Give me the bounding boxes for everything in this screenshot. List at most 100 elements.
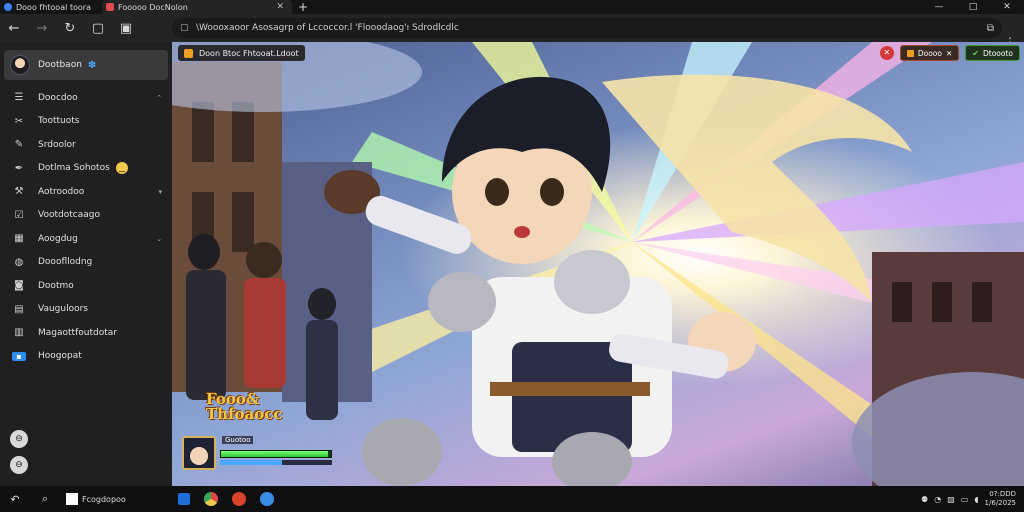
search-icon[interactable]: ⌕	[30, 492, 60, 506]
sidebar-item-label: Hoogopat	[38, 351, 82, 362]
sidebar-item-3[interactable]: ✎ Srdoolor	[0, 133, 172, 157]
sidebar-item-label: Srdoolor	[38, 139, 76, 150]
chevron-down-icon[interactable]: ⌄	[156, 235, 162, 243]
address-bar[interactable]: ▢ \Woooxaoor Asosagrp of Lccoccor.l 'Flo…	[172, 18, 1002, 38]
player-name: Guotoo	[222, 436, 254, 444]
clock[interactable]: 0?:DDD 1/6/2025	[985, 490, 1016, 508]
browser-tab-2[interactable]: Fooooo DocNolon ✕	[102, 0, 292, 14]
windows-icon[interactable]	[178, 493, 190, 505]
sidebar-item-label: Vootdotcaago	[38, 210, 100, 221]
minimize-button[interactable]: —	[922, 0, 956, 14]
game-button-label: Dtoooto	[982, 48, 1013, 58]
start-icon[interactable]	[66, 493, 78, 505]
tool-icon: ⚒	[14, 186, 24, 198]
building-window	[972, 282, 992, 322]
globe-icon: ◍	[14, 256, 24, 268]
sidebar-item-12[interactable]: ▪ Hoogopat	[0, 345, 172, 369]
sidebar-item-2[interactable]: ✂ Toottuots	[0, 110, 172, 134]
sidebar-item-label: Dootmo	[38, 280, 74, 291]
undo-icon[interactable]: ↶	[0, 493, 30, 506]
game-viewport[interactable]: Doon Btoc Fhtooat.Ldoot ✕ Doooo ✕ ✔ Dtoo…	[172, 42, 1024, 486]
profile-name: Dootbaon	[38, 60, 82, 70]
window-controls: — □ ✕	[922, 0, 1024, 14]
tab-favicon	[106, 3, 114, 11]
avatar	[10, 55, 30, 75]
tab-label: Fooooo DocNolon	[118, 2, 188, 12]
sidebar: Dootbaon ✽ ☰ Doocdoo ⌃ ✂ Toottuots ✎ Srdoolo…	[0, 42, 172, 486]
record-icon[interactable]: ✕	[879, 46, 894, 60]
chevron-down-icon[interactable]: ▾	[158, 188, 162, 196]
sidebar-nav: ☰ Doocdoo ⌃ ✂ Toottuots ✎ Srdoolor ✒ Dotlma S…	[0, 86, 172, 368]
sidebar-item-9[interactable]: ◙ Dootmo	[0, 274, 172, 298]
close-tab-icon[interactable]: ✕	[276, 2, 284, 12]
wrench-icon: ✂	[14, 115, 24, 127]
new-tab-button[interactable]: +	[292, 0, 314, 14]
chrome-icon[interactable]	[204, 492, 218, 506]
browser-toolbar: ← → ↻ ▢ ▣ ▢ \Woooxaoor Asosagrp of Lccoc…	[0, 14, 1024, 49]
forward-arrow-icon[interactable]: →	[28, 21, 56, 36]
browser-blue-icon[interactable]	[260, 492, 274, 506]
camera-icon: ◙	[14, 280, 24, 292]
sidebar-collapse-icon[interactable]: ⊖	[10, 430, 28, 448]
close-icon[interactable]: ✕	[946, 49, 952, 58]
tray-image-icon[interactable]: ▧	[947, 495, 955, 504]
browser-tab-1[interactable]: Dooo fhtooal toora	[0, 0, 102, 14]
back-arrow-icon[interactable]: ←	[0, 21, 28, 36]
site-info-icon[interactable]: ▢	[180, 23, 190, 33]
window-icon: ▤	[14, 303, 24, 315]
sidebar-toggle-icon[interactable]: ▣	[112, 21, 140, 36]
clock-time: 0?:DDD	[989, 490, 1016, 498]
game-logo: Fooo& Thfoaocc	[206, 392, 283, 422]
sidebar-item-5[interactable]: ⚒ Aotroodoo ▾	[0, 180, 172, 204]
extension-icon[interactable]: ▢	[84, 21, 112, 36]
maximize-button[interactable]: □	[956, 0, 990, 14]
sidebar-item-1[interactable]: ☰ Doocdoo ⌃	[0, 86, 172, 110]
close-window-button[interactable]: ✕	[990, 0, 1024, 14]
sidebar-item-label: Vauguloors	[38, 304, 88, 315]
chevron-up-icon[interactable]: ⌃	[156, 94, 162, 102]
screen: Dooo fhtooal toora Fooooo DocNolon ✕ + —…	[0, 0, 1024, 512]
sidebar-item-8[interactable]: ◍ Dooofllodng	[0, 251, 172, 275]
game-scene-art	[172, 42, 1024, 486]
sidebar-item-label: Aoogdug	[38, 233, 78, 244]
image-icon: ▦	[14, 233, 24, 245]
browser-red-icon[interactable]	[232, 492, 246, 506]
sidebar-settings-icon[interactable]: ⊖	[10, 456, 28, 474]
sidebar-item-10[interactable]: ▤ Vauguloors	[0, 298, 172, 322]
sidebar-item-7[interactable]: ▦ Aoogdug ⌄	[0, 227, 172, 251]
sidebar-item-4[interactable]: ✒ Dotlma Sohotos	[0, 157, 172, 181]
sidebar-item-6[interactable]: ☑ Vootdotcaago	[0, 204, 172, 228]
health-bar	[220, 450, 332, 458]
clock-date: 1/6/2025	[984, 499, 1016, 507]
tray-network-icon[interactable]: ◔	[934, 495, 941, 504]
game-logo-line2: Thfoaocc	[206, 405, 283, 423]
tab-favicon	[4, 3, 12, 11]
checkbox-icon: ☑	[14, 209, 24, 221]
tray-volume-icon[interactable]: ◖	[974, 495, 978, 504]
verified-badge-icon: ✽	[87, 59, 97, 71]
tab-label: Dooo fhtooal toora	[16, 2, 91, 12]
tab-strip: Dooo fhtooal toora Fooooo DocNolon ✕ + —…	[0, 0, 1024, 14]
profile-card[interactable]: Dootbaon ✽	[4, 50, 168, 80]
taskbar-search-label[interactable]: Fcogdopoo	[82, 495, 126, 504]
tray-display-icon[interactable]: ▭	[961, 495, 969, 504]
game-icon	[184, 48, 193, 58]
taskbar: ↶ ⌕ Fcogdopoo ⚉ ◔ ▧ ▭ ◖ 0?:DDD 1/6/2025	[0, 486, 1024, 512]
taskbar-apps	[178, 492, 274, 506]
game-button-icon	[906, 49, 914, 57]
sidebar-item-label: Dooofllodng	[38, 257, 93, 268]
building-window	[932, 282, 952, 322]
reload-icon[interactable]: ↻	[56, 21, 84, 36]
game-button-1[interactable]: Doooo ✕	[899, 45, 960, 61]
sidebar-item-11[interactable]: ▥ Magaottfoutdotar	[0, 321, 172, 345]
game-button-2[interactable]: ✔ Dtoooto	[965, 45, 1020, 61]
mana-bar	[220, 460, 332, 465]
taskbar-left: ↶ ⌕ Fcogdopoo	[0, 486, 172, 512]
player-portrait[interactable]	[182, 436, 216, 470]
open-in-icon[interactable]: ⧉	[987, 23, 994, 34]
sidebar-item-label: Aotroodoo	[38, 186, 85, 197]
building-window	[232, 192, 254, 252]
tray-person-icon[interactable]: ⚉	[921, 495, 928, 504]
game-title-pill[interactable]: Doon Btoc Fhtooat.Ldoot	[178, 45, 305, 61]
pen-icon: ✒	[14, 162, 24, 174]
